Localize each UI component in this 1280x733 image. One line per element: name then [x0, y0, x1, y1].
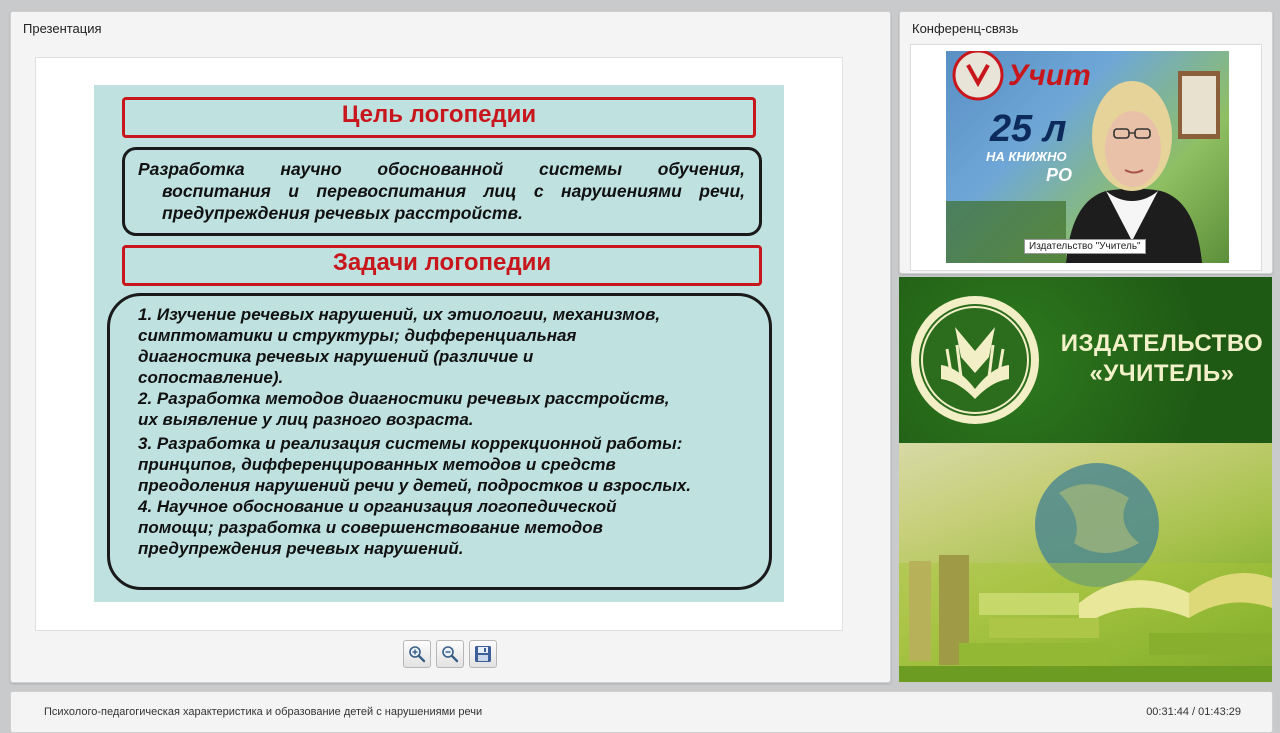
- zoom-in-button[interactable]: [403, 640, 431, 668]
- task-line: принципов, дифференцированных методов и …: [138, 455, 616, 474]
- goal-line: воспитания и перевоспитания лиц с наруше…: [162, 181, 745, 201]
- tasks-title: Задачи логопедии: [122, 245, 762, 286]
- task-line: 3. Разработка и реализация системы корре…: [138, 434, 683, 453]
- lecture-title: Психолого-педагогическая характеристика …: [44, 706, 483, 718]
- goal-line: предупреждения речевых расстройств.: [162, 203, 523, 223]
- task-line: сопоставление).: [138, 368, 284, 387]
- presenter-video-image: Учит 25 л НА КНИЖНО РО: [946, 51, 1220, 263]
- task-line: симптоматики и структуры; дифференциальн…: [138, 326, 577, 345]
- zoom-in-icon: [409, 646, 426, 663]
- tasks-text-box: 1. Изучение речевых нарушений, их этиоло…: [107, 293, 772, 590]
- conference-panel: Конференц-связь Учит 25 л НА КНИЖНО РО И…: [899, 11, 1273, 274]
- publisher-banner: ИЗДАТЕЛЬСТВО «УЧИТЕЛЬ»: [899, 277, 1272, 682]
- poster-anniversary-text: 25 л: [989, 108, 1066, 150]
- publisher-banner-photo: [899, 443, 1272, 682]
- task-line: преодоления нарушений речи у детей, подр…: [138, 476, 692, 495]
- goal-title: Цель логопедии: [122, 97, 756, 138]
- presentation-panel-title: Презентация: [23, 21, 102, 36]
- player-footer: Психолого-педагогическая характеристика …: [10, 691, 1273, 733]
- poster-line1: НА КНИЖНО: [986, 149, 1067, 164]
- publisher-name-line2: «УЧИТЕЛЬ»: [1089, 360, 1235, 387]
- floppy-disk-icon: [475, 646, 491, 662]
- task-line: помощи; разработка и совершенствование м…: [138, 518, 603, 537]
- slide-viewport[interactable]: Цель логопедии Разработка научно обоснов…: [35, 57, 843, 631]
- webcam-video[interactable]: Учит 25 л НА КНИЖНО РО Издательство "Учи…: [946, 51, 1229, 263]
- publisher-banner-top: ИЗДАТЕЛЬСТВО «УЧИТЕЛЬ»: [899, 277, 1272, 443]
- video-frame: Учит 25 л НА КНИЖНО РО Издательство "Учи…: [910, 44, 1262, 271]
- goal-text-box: Разработка научно обоснованной системы о…: [122, 147, 762, 236]
- conference-panel-title: Конференц-связь: [912, 21, 1019, 36]
- video-caption: Издательство "Учитель": [1024, 239, 1146, 254]
- presentation-panel: Презентация Цель логопедии Разработка на…: [10, 11, 891, 683]
- task-line: предупреждения речевых нарушений.: [138, 539, 464, 558]
- zoom-out-button[interactable]: [436, 640, 464, 668]
- publisher-name: ИЗДАТЕЛЬСТВО «УЧИТЕЛЬ»: [1057, 329, 1267, 389]
- publisher-book-logo-icon: [911, 296, 1039, 424]
- task-line: 2. Разработка методов диагностики речевы…: [138, 389, 670, 408]
- save-button[interactable]: [469, 640, 497, 668]
- poster-line2: РО: [1046, 165, 1072, 185]
- task-line: 1. Изучение речевых нарушений, их этиоло…: [138, 305, 661, 324]
- slide: Цель логопедии Разработка научно обоснов…: [94, 85, 784, 602]
- publisher-name-line1: ИЗДАТЕЛЬСТВО: [1060, 330, 1264, 357]
- goal-line: Разработка научно обоснованной системы о…: [138, 159, 745, 179]
- task-line: их выявление у лиц разного возраста.: [138, 410, 474, 429]
- playback-time: 00:31:44 / 01:43:29: [1146, 706, 1241, 718]
- zoom-out-icon: [442, 646, 459, 663]
- globe-and-books-image: [899, 463, 1272, 682]
- task-line: диагностика речевых нарушений (различие …: [138, 347, 534, 366]
- poster-brand-text: Учит: [1008, 59, 1091, 92]
- task-line: 4. Научное обоснование и организация лог…: [138, 497, 617, 516]
